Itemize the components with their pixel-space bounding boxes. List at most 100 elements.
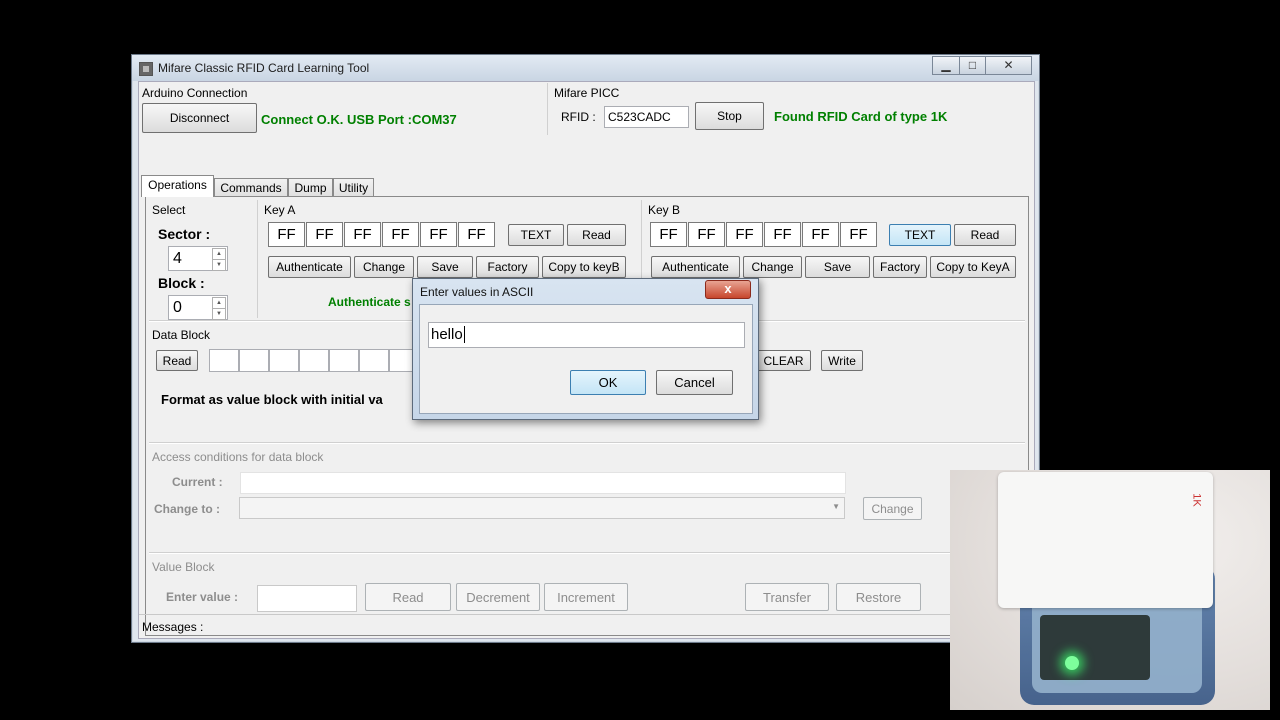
ok-button[interactable]: OK xyxy=(570,370,646,395)
tab-dump[interactable]: Dump xyxy=(288,178,333,197)
stop-button[interactable]: Stop xyxy=(695,102,764,130)
text-cursor xyxy=(463,326,465,343)
messages-label: Messages : xyxy=(142,620,204,634)
transfer-button[interactable]: Transfer xyxy=(745,583,829,611)
chevron-down-icon: ▼ xyxy=(832,502,840,511)
key-a-byte-3[interactable]: FF xyxy=(344,222,381,247)
restore-button[interactable]: Restore xyxy=(836,583,921,611)
cancel-button[interactable]: Cancel xyxy=(656,370,733,395)
card-status: Found RFID Card of type 1K xyxy=(774,109,948,124)
dialog-body: hello OK Cancel xyxy=(419,304,753,414)
tab-utility[interactable]: Utility xyxy=(333,178,374,197)
value-block-label: Value Block xyxy=(152,560,215,574)
rfid-label: RFID : xyxy=(561,110,596,124)
arduino-board xyxy=(1040,615,1150,680)
key-a-byte-4[interactable]: FF xyxy=(382,222,419,247)
key-b-authenticate-button[interactable]: Authenticate xyxy=(651,256,740,278)
sector-value: 4 xyxy=(173,250,182,267)
key-b-byte-3[interactable]: FF xyxy=(726,222,763,247)
spin-down-icon[interactable]: ▼ xyxy=(212,259,226,271)
data-block-label: Data Block xyxy=(152,328,211,342)
rfid-card: 1K xyxy=(998,472,1213,608)
current-field xyxy=(240,472,846,494)
rfid-field[interactable]: C523CADC xyxy=(604,106,689,128)
access-change-button[interactable]: Change xyxy=(863,497,922,520)
key-a-copy-button[interactable]: Copy to keyB xyxy=(542,256,626,278)
access-group-label: Access conditions for data block xyxy=(152,450,324,464)
enter-value-field[interactable] xyxy=(257,585,357,612)
data-byte-field[interactable] xyxy=(239,349,269,372)
key-b-change-button[interactable]: Change xyxy=(743,256,802,278)
format-value-block-label: Format as value block with initial va xyxy=(161,392,383,407)
key-b-byte-1[interactable]: FF xyxy=(650,222,687,247)
select-group-label: Select xyxy=(152,203,186,217)
data-byte-field[interactable] xyxy=(269,349,299,372)
spin-down-icon[interactable]: ▼ xyxy=(212,308,226,320)
app-icon xyxy=(139,62,153,76)
tab-operations[interactable]: Operations xyxy=(141,175,214,197)
disconnect-button[interactable]: Disconnect xyxy=(142,103,257,133)
data-byte-field[interactable] xyxy=(209,349,239,372)
key-b-byte-6[interactable]: FF xyxy=(840,222,877,247)
current-label: Current : xyxy=(172,475,223,489)
divider xyxy=(149,552,1025,554)
led-icon xyxy=(1065,656,1079,670)
key-a-change-button[interactable]: Change xyxy=(354,256,414,278)
data-byte-field[interactable] xyxy=(359,349,389,372)
key-a-authenticate-button[interactable]: Authenticate xyxy=(268,256,351,278)
key-b-byte-4[interactable]: FF xyxy=(764,222,801,247)
key-b-copy-button[interactable]: Copy to KeyA xyxy=(930,256,1016,278)
connection-status: Connect O.K. USB Port :COM37 xyxy=(261,112,457,127)
data-byte-field[interactable] xyxy=(299,349,329,372)
write-button[interactable]: Write xyxy=(821,350,863,371)
block-spinner[interactable]: 0 ▲ ▼ xyxy=(168,295,228,320)
key-b-group-label: Key B xyxy=(648,203,681,217)
dialog-close-button[interactable]: x xyxy=(705,280,751,299)
block-label: Block : xyxy=(158,275,205,291)
key-b-read-button[interactable]: Read xyxy=(954,224,1016,246)
ascii-input-value: hello xyxy=(431,326,463,343)
minimize-button[interactable]: ▁ xyxy=(932,56,960,75)
key-b-byte-5[interactable]: FF xyxy=(802,222,839,247)
key-a-save-button[interactable]: Save xyxy=(417,256,473,278)
block-value: 0 xyxy=(173,299,182,316)
card-mark: 1K xyxy=(1190,493,1203,507)
sector-label: Sector : xyxy=(158,226,211,242)
change-to-label: Change to : xyxy=(154,502,220,516)
decrement-button[interactable]: Decrement xyxy=(456,583,540,611)
picc-group-label: Mifare PICC xyxy=(554,86,620,100)
divider xyxy=(257,200,258,318)
tab-commands[interactable]: Commands xyxy=(214,178,288,197)
key-a-factory-button[interactable]: Factory xyxy=(476,256,539,278)
ascii-input-dialog: Enter values in ASCII x hello OK Cancel xyxy=(412,278,759,420)
clear-button[interactable]: CLEAR xyxy=(756,350,811,371)
title-bar[interactable]: Mifare Classic RFID Card Learning Tool ▁… xyxy=(132,55,1039,81)
key-a-byte-6[interactable]: FF xyxy=(458,222,495,247)
key-a-group-label: Key A xyxy=(264,203,296,217)
key-a-byte-2[interactable]: FF xyxy=(306,222,343,247)
close-button[interactable]: ✕ xyxy=(985,56,1032,75)
enter-value-label: Enter value : xyxy=(166,590,239,604)
key-b-byte-2[interactable]: FF xyxy=(688,222,725,247)
key-a-read-button[interactable]: Read xyxy=(567,224,626,246)
dialog-title: Enter values in ASCII xyxy=(420,285,534,299)
key-b-factory-button[interactable]: Factory xyxy=(873,256,927,278)
ascii-input[interactable]: hello xyxy=(428,322,745,348)
sector-spinner[interactable]: 4 ▲ ▼ xyxy=(168,246,228,271)
key-a-text-button[interactable]: TEXT xyxy=(508,224,564,246)
key-a-byte-1[interactable]: FF xyxy=(268,222,305,247)
increment-button[interactable]: Increment xyxy=(544,583,628,611)
key-b-text-button[interactable]: TEXT xyxy=(889,224,951,246)
window-title: Mifare Classic RFID Card Learning Tool xyxy=(158,61,370,75)
arduino-group-label: Arduino Connection xyxy=(142,86,248,100)
key-a-byte-5[interactable]: FF xyxy=(420,222,457,247)
change-to-dropdown[interactable]: ▼ xyxy=(239,497,845,519)
data-read-button[interactable]: Read xyxy=(156,350,198,371)
value-read-button[interactable]: Read xyxy=(365,583,451,611)
maximize-button[interactable]: □ xyxy=(959,56,986,75)
authenticate-status: Authenticate s xyxy=(328,295,411,309)
key-b-save-button[interactable]: Save xyxy=(805,256,870,278)
messages-bar xyxy=(139,614,1034,637)
data-byte-field[interactable] xyxy=(329,349,359,372)
divider xyxy=(149,442,1025,444)
